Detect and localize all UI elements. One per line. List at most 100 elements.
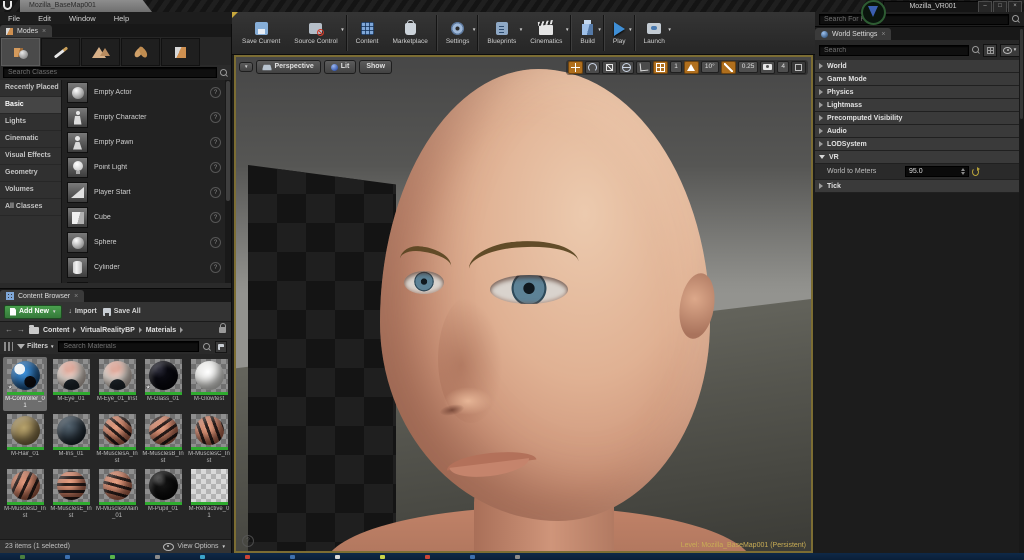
camera-speed-button[interactable] bbox=[760, 60, 776, 74]
asset-tile[interactable]: M-MusclesC_Inst bbox=[187, 412, 231, 466]
document-tab[interactable]: Mozilla_BaseMap001 bbox=[20, 0, 152, 12]
save-current-button[interactable]: Save Current bbox=[235, 12, 287, 54]
section-physics[interactable]: Physics bbox=[815, 86, 1024, 98]
rotation-snap-button[interactable] bbox=[683, 60, 699, 74]
settings-button[interactable]: Settings ▼ bbox=[439, 12, 476, 54]
list-item-empty-pawn[interactable]: Empty Pawn ? bbox=[62, 130, 225, 155]
asset-tile[interactable]: M-Eye_01 bbox=[49, 357, 93, 411]
list-item-empty-actor[interactable]: Empty Actor ? bbox=[62, 80, 225, 105]
modes-scrollbar[interactable] bbox=[225, 80, 231, 283]
viewport[interactable]: ▼ Perspective Lit Show 1 10° 0.25 4 ? Le… bbox=[234, 55, 813, 553]
asset-tile[interactable]: M-Iris_01 bbox=[49, 412, 93, 466]
asset-tile[interactable]: M-Refractive_01 bbox=[187, 467, 231, 521]
help-icon[interactable]: ? bbox=[210, 187, 221, 198]
section-lightmass[interactable]: Lightmass bbox=[815, 99, 1024, 111]
rotation-snap-value[interactable]: 10° bbox=[700, 61, 719, 73]
content-button[interactable]: Content bbox=[349, 12, 386, 54]
asset-tile[interactable]: M-MusclesB_Inst bbox=[141, 412, 185, 466]
category-cinematic[interactable]: Cinematic bbox=[0, 131, 61, 148]
section-tick[interactable]: Tick bbox=[815, 180, 1024, 192]
display-options-button[interactable]: ▼ bbox=[1000, 43, 1020, 57]
filters-button[interactable]: Filters ▼ bbox=[17, 343, 54, 350]
property-matrix-button[interactable] bbox=[983, 43, 997, 57]
save-all-button[interactable]: Save All bbox=[102, 307, 141, 316]
lock-icon[interactable] bbox=[219, 323, 226, 333]
viewport-options-button[interactable]: ▼ bbox=[239, 62, 254, 72]
section-game-mode[interactable]: Game Mode bbox=[815, 73, 1024, 85]
help-icon[interactable]: ? bbox=[210, 237, 221, 248]
category-basic[interactable]: Basic bbox=[0, 97, 61, 114]
surface-snap-button[interactable] bbox=[636, 60, 652, 74]
close-icon[interactable]: × bbox=[881, 31, 885, 38]
help-icon[interactable]: ? bbox=[210, 112, 221, 123]
breadcrumb-vrbp[interactable]: VirtualRealityBP bbox=[80, 327, 134, 334]
move-tool-button[interactable] bbox=[568, 60, 584, 74]
mode-geometry-button[interactable] bbox=[161, 38, 200, 66]
launch-button[interactable]: Launch ▼ bbox=[637, 12, 672, 54]
asset-tile[interactable]: M-Eye_01_Inst bbox=[95, 357, 139, 411]
grid-snap-value[interactable]: 1 bbox=[670, 61, 682, 73]
tab-world-settings[interactable]: World Settings × bbox=[815, 28, 892, 40]
section-precomputed-visibility[interactable]: Precomputed Visibility bbox=[815, 112, 1024, 124]
close-icon[interactable]: × bbox=[42, 28, 46, 35]
list-item-cube[interactable]: Cube ? bbox=[62, 205, 225, 230]
category-volumes[interactable]: Volumes bbox=[0, 182, 61, 199]
tab-content-browser[interactable]: Content Browser × bbox=[0, 290, 85, 302]
value-spinner[interactable] bbox=[961, 168, 965, 175]
list-item-player-start[interactable]: Player Start ? bbox=[62, 180, 225, 205]
asset-tile[interactable]: M-MusclesE_Inst bbox=[49, 467, 93, 521]
list-item-empty-character[interactable]: Empty Character ? bbox=[62, 105, 225, 130]
grid-snap-button[interactable] bbox=[653, 60, 669, 74]
world-settings-scrollbar[interactable] bbox=[1019, 27, 1024, 553]
blueprints-button[interactable]: Blueprints ▼ bbox=[480, 12, 523, 54]
show-button[interactable]: Show bbox=[359, 60, 393, 74]
back-arrow-icon[interactable]: ← bbox=[5, 326, 13, 334]
section-vr[interactable]: VR bbox=[815, 151, 1024, 163]
close-icon[interactable]: × bbox=[74, 293, 78, 300]
breadcrumb-materials[interactable]: Materials bbox=[146, 327, 176, 334]
asset-tile[interactable]: M-MusclesMain_01 bbox=[95, 467, 139, 521]
search-classes-input[interactable] bbox=[3, 67, 217, 78]
category-recently-placed[interactable]: Recently Placed bbox=[0, 80, 61, 97]
view-options-button[interactable]: View Options ▼ bbox=[163, 542, 226, 551]
asset-tile[interactable]: M-MusclesD_Inst bbox=[3, 467, 47, 521]
asset-tile[interactable]: M-Pupil_01 bbox=[141, 467, 185, 521]
menu-file[interactable]: File bbox=[8, 14, 20, 23]
cinematics-button[interactable]: Cinematics ▼ bbox=[523, 12, 569, 54]
list-item-sphere[interactable]: Sphere ? bbox=[62, 230, 225, 255]
help-search-input[interactable] bbox=[819, 13, 1009, 25]
help-icon[interactable]: ? bbox=[210, 212, 221, 223]
play-button[interactable]: Play ▼ bbox=[606, 12, 633, 54]
category-geometry[interactable]: Geometry bbox=[0, 165, 61, 182]
menu-window[interactable]: Window bbox=[69, 14, 96, 23]
source-control-button[interactable]: Source Control ▼ bbox=[287, 12, 345, 54]
asset-tile[interactable]: M-MusclesA_Inst bbox=[95, 412, 139, 466]
build-button[interactable]: Build ▼ bbox=[573, 12, 602, 54]
mode-paint-button[interactable] bbox=[41, 38, 80, 66]
list-item-cylinder[interactable]: Cylinder ? bbox=[62, 255, 225, 280]
asset-tile[interactable]: ★ M-Controller_01 bbox=[3, 357, 47, 411]
rotate-tool-button[interactable] bbox=[585, 60, 601, 74]
forward-arrow-icon[interactable]: → bbox=[17, 326, 25, 334]
menu-help[interactable]: Help bbox=[114, 14, 129, 23]
section-audio[interactable]: Audio bbox=[815, 125, 1024, 137]
menu-edit[interactable]: Edit bbox=[38, 14, 51, 23]
asset-tile[interactable]: M-Hair_01 bbox=[3, 412, 47, 466]
breadcrumb-content[interactable]: Content bbox=[43, 327, 69, 334]
lit-mode-button[interactable]: Lit bbox=[323, 60, 357, 74]
search-materials-input[interactable] bbox=[58, 341, 199, 352]
sources-panel-toggle[interactable] bbox=[4, 342, 13, 351]
world-to-meters-input[interactable]: 95.0 bbox=[905, 166, 969, 177]
category-all-classes[interactable]: All Classes bbox=[0, 199, 61, 216]
help-icon[interactable]: ? bbox=[210, 137, 221, 148]
import-button[interactable]: ↓ Import bbox=[68, 308, 96, 315]
asset-tile[interactable]: ★ M-Glass_01 bbox=[141, 357, 185, 411]
world-local-toggle[interactable] bbox=[619, 60, 635, 74]
mode-place-button[interactable] bbox=[1, 38, 40, 66]
help-icon[interactable]: ? bbox=[210, 262, 221, 273]
section-lodsystem[interactable]: LODSystem bbox=[815, 138, 1024, 150]
scale-snap-button[interactable] bbox=[720, 60, 736, 74]
marketplace-button[interactable]: Marketplace bbox=[385, 12, 434, 54]
add-new-button[interactable]: Add New ▼ bbox=[4, 304, 63, 319]
scale-snap-value[interactable]: 0.25 bbox=[737, 61, 759, 73]
